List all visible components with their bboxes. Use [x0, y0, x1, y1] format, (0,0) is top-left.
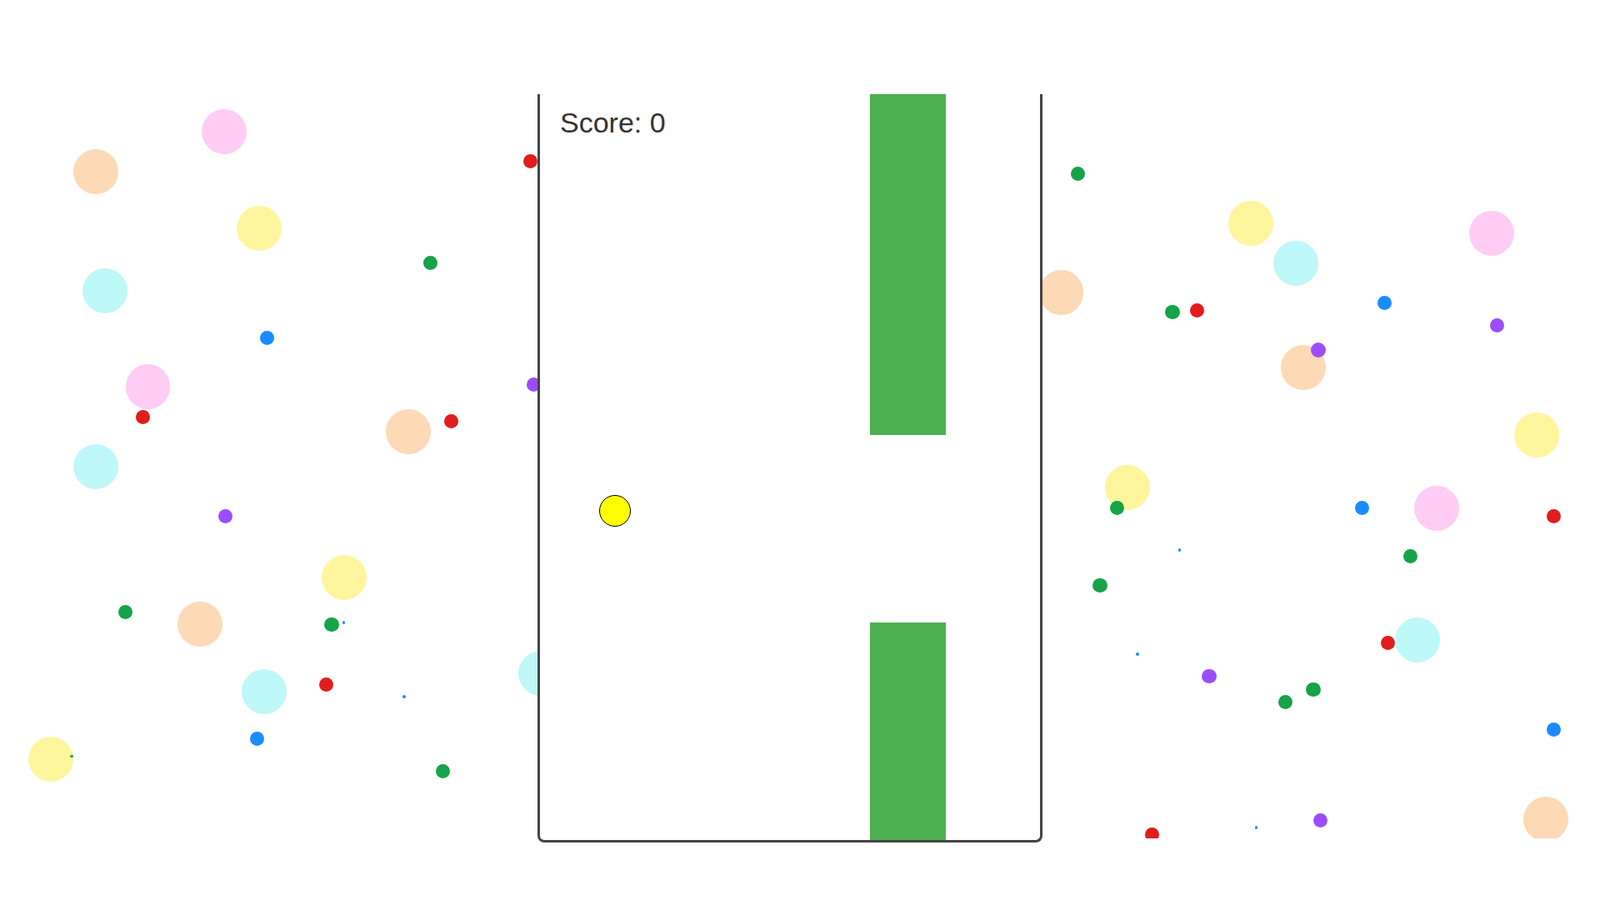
- confetti-dot: [523, 154, 538, 169]
- confetti-dot: [423, 255, 438, 270]
- confetti-dot: [1092, 578, 1107, 593]
- confetti-dot: [218, 509, 233, 524]
- confetti-dot: [1201, 669, 1216, 684]
- game-canvas[interactable]: Score: 0: [537, 94, 1043, 843]
- confetti-dot: [1228, 200, 1274, 246]
- bottom-pipe: [870, 622, 946, 840]
- confetti-dot: [1310, 342, 1325, 357]
- confetti-dot: [1190, 303, 1205, 318]
- confetti-dot: [241, 669, 287, 715]
- confetti-dot: [135, 410, 150, 425]
- confetti-dot: [444, 414, 459, 429]
- score-label: Score: 0: [560, 105, 666, 140]
- confetti-dot: [28, 736, 74, 782]
- confetti-dot: [250, 731, 265, 746]
- confetti-dot: [385, 409, 431, 455]
- confetti-dot: [321, 555, 367, 600]
- confetti-dot: [125, 364, 171, 410]
- confetti-dot: [1278, 695, 1293, 710]
- confetti-dot: [1403, 549, 1418, 564]
- confetti-dot: [1165, 305, 1180, 320]
- confetti-dot: [73, 444, 119, 490]
- bird: [599, 495, 631, 527]
- confetti-dot: [73, 149, 119, 195]
- top-pipe: [870, 94, 946, 435]
- confetti-dot: [1546, 722, 1561, 737]
- confetti-dot: [1070, 166, 1085, 181]
- confetti-dot: [1313, 813, 1328, 828]
- confetti-dot: [319, 677, 334, 692]
- confetti-dot: [1255, 825, 1259, 830]
- confetti-dot: [1377, 295, 1392, 310]
- confetti-dot: [201, 109, 247, 155]
- confetti-dot: [1273, 240, 1319, 286]
- confetti-dot: [118, 605, 133, 620]
- confetti-dot: [324, 617, 339, 632]
- confetti-dot: [1135, 652, 1140, 656]
- confetti-dot: [342, 620, 346, 625]
- confetti-dot: [435, 764, 450, 779]
- confetti-dot: [1490, 318, 1505, 333]
- confetti-dot: [1380, 635, 1395, 650]
- confetti-dot: [1523, 796, 1569, 839]
- confetti-dot: [1514, 412, 1560, 458]
- confetti-dot: [1110, 500, 1125, 515]
- page: Score: 0: [0, 0, 1600, 900]
- confetti-dot: [1355, 500, 1370, 515]
- confetti-dot: [1414, 485, 1460, 531]
- confetti-dot: [1395, 617, 1440, 663]
- confetti-dot: [70, 755, 74, 759]
- confetti-dot: [82, 268, 128, 314]
- confetti-dot: [402, 695, 406, 699]
- confetti-dot: [1546, 509, 1561, 524]
- confetti-dot: [1305, 682, 1320, 697]
- confetti-dot: [177, 601, 223, 647]
- confetti-dot: [236, 205, 282, 251]
- confetti-dot: [1039, 270, 1085, 315]
- confetti-dot: [260, 330, 275, 345]
- confetti-dot: [1145, 827, 1160, 839]
- confetti-dot: [1178, 548, 1182, 552]
- confetti-dot: [1469, 210, 1515, 256]
